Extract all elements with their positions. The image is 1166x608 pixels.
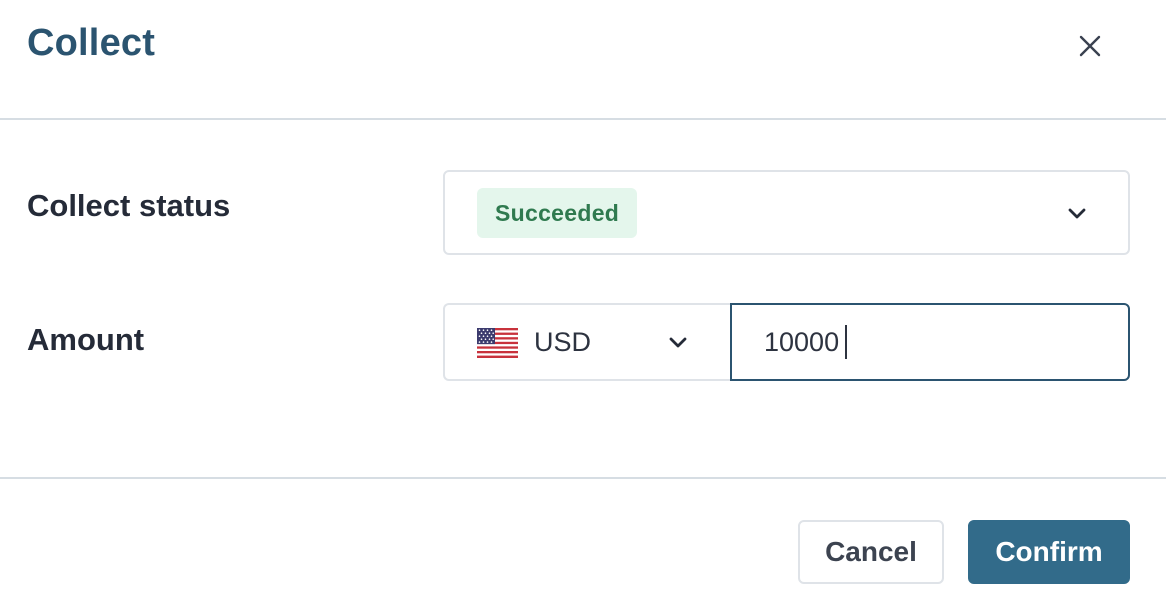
footer-divider [0,477,1166,479]
chevron-down-icon [1065,202,1089,226]
amount-input[interactable] [730,303,1130,381]
collect-status-select[interactable]: Succeeded [443,170,1130,255]
close-button[interactable] [1070,26,1110,66]
cancel-button[interactable]: Cancel [798,520,944,584]
us-flag-icon [477,328,518,358]
chevron-down-icon [666,331,690,355]
collect-modal: Collect Collect status Succeeded Amount [0,0,1166,608]
modal-header: Collect [0,0,1166,120]
collect-status-label: Collect status [27,188,230,224]
confirm-button[interactable]: Confirm [968,520,1130,584]
modal-title: Collect [27,22,155,65]
currency-select[interactable]: USD [443,303,732,381]
amount-label: Amount [27,322,144,358]
close-icon [1079,35,1101,57]
text-caret [845,325,847,359]
currency-code: USD [534,327,591,358]
status-badge: Succeeded [477,188,637,238]
